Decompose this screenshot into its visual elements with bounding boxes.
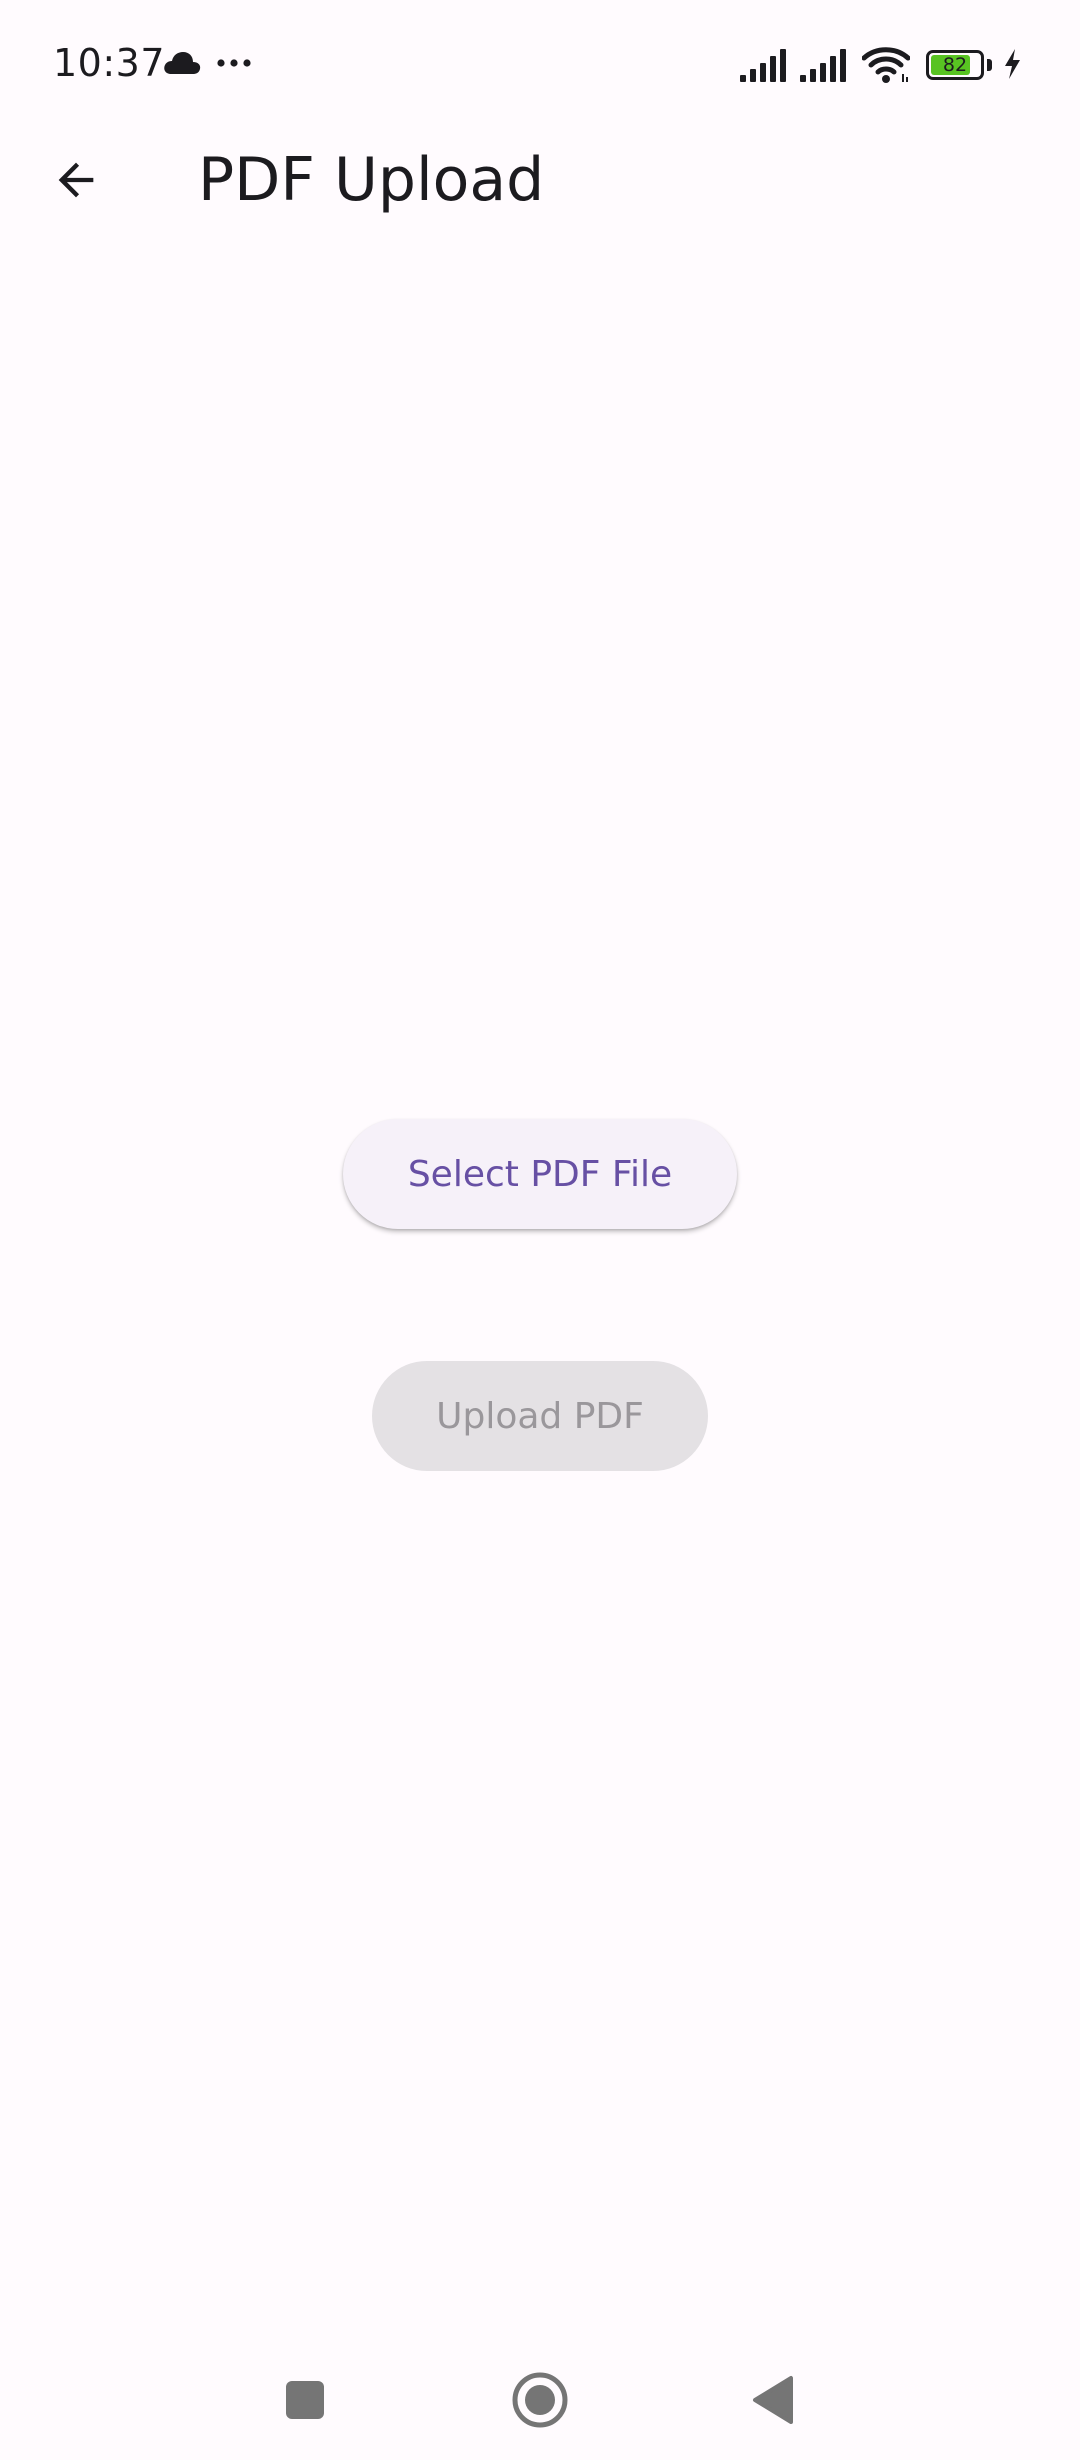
app-bar: PDF Upload <box>0 128 1080 232</box>
page-title: PDF Upload <box>198 145 545 215</box>
wifi-icon <box>862 47 910 83</box>
select-pdf-file-button[interactable]: Select PDF File <box>343 1119 737 1229</box>
system-back-button[interactable] <box>733 2360 813 2440</box>
signal-icon <box>740 49 786 82</box>
upload-pdf-button[interactable]: Upload PDF <box>372 1361 708 1471</box>
cloud-icon <box>164 52 201 74</box>
screen: 10:37 82 PDF Upload Select PDF File Uplo… <box>0 0 1080 2460</box>
system-navigation-bar <box>0 2330 1080 2460</box>
battery-level: 82 <box>942 54 968 76</box>
recents-button[interactable] <box>265 2360 345 2440</box>
status-indicators: 82 <box>740 44 1040 84</box>
home-circle-icon <box>512 2372 568 2428</box>
battery-tip <box>987 59 992 71</box>
back-triangle-icon <box>753 2376 793 2424</box>
more-dots-icon <box>217 59 251 67</box>
status-bar: 10:37 82 <box>0 0 1080 128</box>
signal-icon <box>800 49 846 82</box>
charging-bolt-icon <box>1005 49 1020 79</box>
arrow-back-icon <box>58 162 94 198</box>
recents-square-icon <box>286 2381 324 2419</box>
main-content: Select PDF File Upload PDF <box>0 232 1080 2312</box>
home-button[interactable] <box>500 2360 580 2440</box>
back-button[interactable] <box>28 132 124 228</box>
battery-icon: 82 <box>926 50 992 80</box>
status-time: 10:37 <box>53 41 166 85</box>
